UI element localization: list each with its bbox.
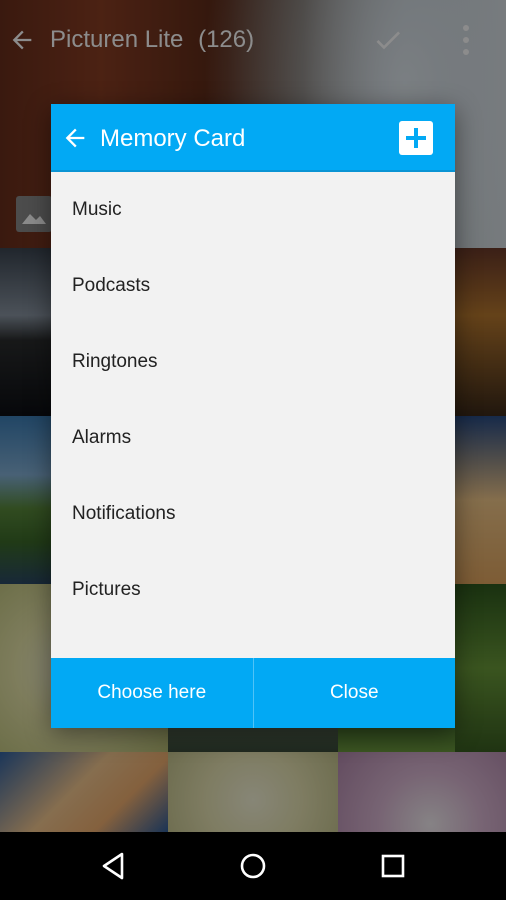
dialog-title: Memory Card xyxy=(100,125,246,152)
circle-home-icon[interactable] xyxy=(237,850,269,882)
folder-item-label: Podcasts xyxy=(72,275,151,296)
folder-chooser-dialog: Memory Card Music Podcasts Ringtones Ala… xyxy=(51,104,455,728)
folder-item-label: Notifications xyxy=(72,503,176,524)
folder-item[interactable]: Alarms xyxy=(51,400,455,476)
folder-item-label: Alarms xyxy=(72,427,132,448)
dialog-header: Memory Card xyxy=(51,104,455,172)
arrow-left-icon[interactable] xyxy=(61,124,89,152)
folder-item[interactable]: Notifications xyxy=(51,476,455,552)
choose-here-button[interactable]: Choose here xyxy=(51,658,253,728)
folder-item-label: Pictures xyxy=(72,579,141,600)
folder-item[interactable]: Podcasts xyxy=(51,248,455,324)
folder-list: Music Podcasts Ringtones Alarms Notifica… xyxy=(51,172,455,658)
dialog-footer: Choose here Close xyxy=(51,658,455,728)
system-nav-bar xyxy=(0,832,506,900)
plus-icon xyxy=(406,128,426,148)
square-recents-icon[interactable] xyxy=(377,850,409,882)
folder-item-label: Ringtones xyxy=(72,351,158,372)
folder-item[interactable]: Ringtones xyxy=(51,324,455,400)
triangle-back-icon[interactable] xyxy=(98,850,130,882)
new-folder-button[interactable] xyxy=(399,121,433,155)
folder-item-label: Music xyxy=(72,199,122,220)
folder-item[interactable]: Pictures xyxy=(51,552,455,628)
folder-item[interactable]: Music xyxy=(51,172,455,248)
close-button[interactable]: Close xyxy=(254,658,456,728)
